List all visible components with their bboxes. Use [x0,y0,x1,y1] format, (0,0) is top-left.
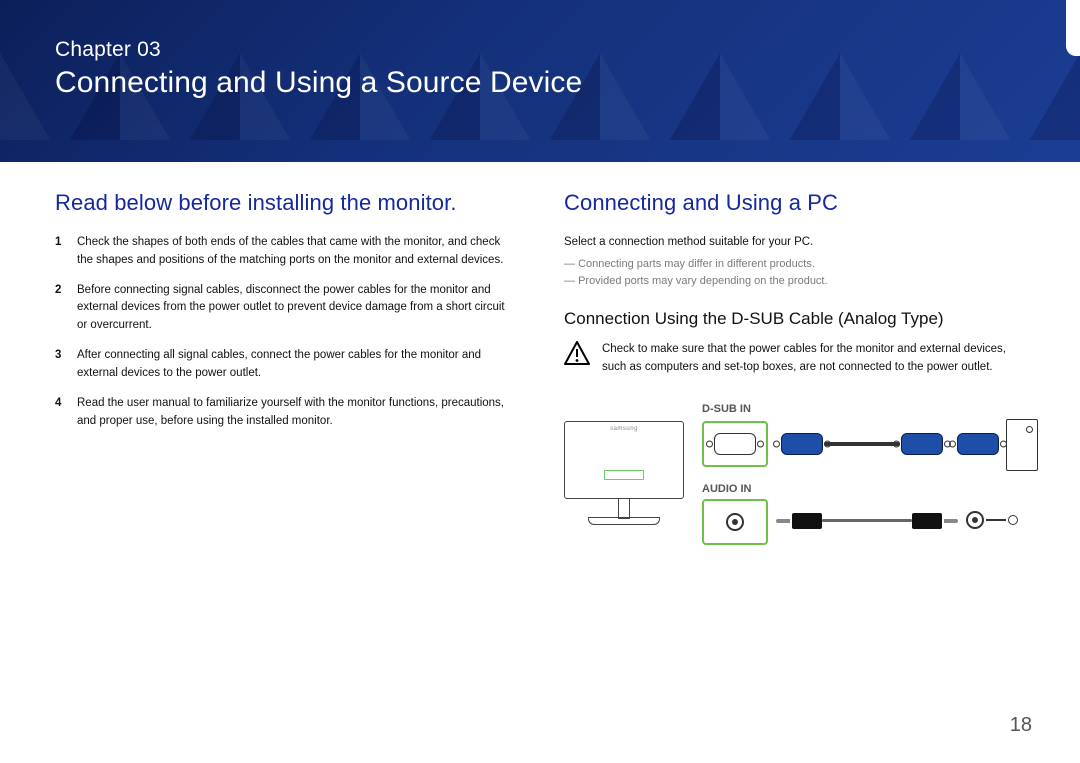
pc-audio-jack-icon [966,511,984,529]
audio-plug-icon [912,509,958,533]
pc-icon [1006,419,1038,471]
intro-text: Select a connection method suitable for … [564,234,1025,252]
warning-row: Check to make sure that the power cables… [564,341,1025,377]
pc-vga-port-icon [956,421,1000,467]
note-text: Provided ports may vary depending on the… [564,273,1025,291]
subsection-heading: Connection Using the D-SUB Cable (Analog… [564,309,1025,329]
step-text: Read the user manual to familiarize your… [77,395,516,431]
step-text: Check the shapes of both ends of the cab… [77,234,516,270]
vga-port-icon [714,433,756,455]
list-item: 2Before connecting signal cables, discon… [55,282,516,335]
chapter-title: Connecting and Using a Source Device [55,66,1025,100]
audio-label: AUDIO IN [702,483,752,495]
install-steps-list: 1 Check the shapes of both ends of the ca… [55,234,516,430]
left-column: Read below before installing the monitor… [55,190,516,571]
section-heading-right: Connecting and Using a PC [564,190,1025,216]
step-number: 1 [55,234,65,270]
audio-port-box [702,499,768,545]
audio-line [986,519,1006,521]
dsub-label: D-SUB IN [702,403,751,415]
dsub-port-box [702,421,768,467]
audio-plug-icon [776,509,822,533]
caution-icon [564,341,590,370]
step-number: 2 [55,282,65,335]
step-number: 3 [55,347,65,383]
audio-cable [822,519,912,522]
chapter-banner: Chapter 03 Connecting and Using a Source… [0,0,1080,162]
monitor-stand-neck [618,499,630,519]
step-text: After connecting all signal cables, conn… [77,347,516,383]
list-item: 4 Read the user manual to familiarize you… [55,395,516,431]
vga-connector-icon [776,421,828,467]
vga-connector-icon [896,421,948,467]
step-text: Before connecting signal cables, disconn… [77,282,516,335]
note-text: Connecting parts may differ in different… [564,256,1025,274]
monitor-stand-base [588,517,660,525]
page-content: Read below before installing the monitor… [0,162,1080,571]
page-number: 18 [1010,714,1032,737]
chapter-label: Chapter 03 [55,38,1025,62]
monitor-icon [564,421,684,499]
monitor-port-highlight [604,470,644,480]
right-column: Connecting and Using a PC Select a conne… [564,190,1025,571]
step-number: 4 [55,395,65,431]
section-heading-left: Read below before installing the monitor… [55,190,516,216]
warning-text: Check to make sure that the power cables… [602,341,1025,377]
list-item: 1 Check the shapes of both ends of the ca… [55,234,516,270]
connection-diagram: D-SUB IN AUDIO IN [564,391,1025,571]
dsub-cable [824,442,900,446]
pc-audio-out-icon [1008,515,1018,525]
audio-jack-icon [726,513,744,531]
list-item: 3 After connecting all signal cables, con… [55,347,516,383]
